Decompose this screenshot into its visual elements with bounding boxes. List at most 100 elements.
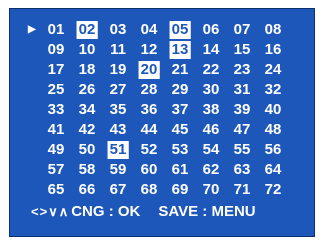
channel-cell[interactable]: ▶ 01 [28, 20, 68, 40]
channel-number: 65 [47, 181, 65, 198]
channel-cell[interactable]: 46 [192, 120, 223, 140]
channel-cell[interactable]: 65 [37, 180, 68, 200]
channel-cell[interactable]: 06 [192, 20, 223, 40]
channel-cell[interactable]: 40 [254, 100, 285, 120]
channel-number: 70 [202, 181, 220, 198]
up-arrow-icon: ∧ [58, 204, 69, 219]
channel-number: 54 [202, 141, 220, 158]
channel-number: 46 [202, 121, 220, 138]
channel-number: 09 [47, 41, 65, 58]
channel-number: 34 [78, 101, 96, 118]
channel-cell[interactable]: 56 [254, 140, 285, 160]
channel-cell[interactable]: 68 [130, 180, 161, 200]
channel-number: 26 [78, 81, 96, 98]
channel-number: 47 [233, 121, 251, 138]
channel-cell[interactable]: 55 [223, 140, 254, 160]
channel-number: 29 [171, 81, 189, 98]
channel-cell[interactable]: 54 [192, 140, 223, 160]
channel-cell[interactable]: 22 [192, 60, 223, 80]
channel-number: 41 [47, 121, 65, 138]
channel-cell[interactable]: 49 [37, 140, 68, 160]
channel-cell[interactable]: 15 [223, 40, 254, 60]
channel-cell[interactable]: 38 [192, 100, 223, 120]
channel-cell[interactable]: 25 [37, 80, 68, 100]
channel-cell[interactable]: 66 [68, 180, 99, 200]
channel-cell[interactable]: 44 [130, 120, 161, 140]
channel-cell[interactable]: 21 [161, 60, 192, 80]
channel-cell[interactable]: 02 [68, 20, 99, 40]
channel-cell[interactable]: 48 [254, 120, 285, 140]
channel-cell[interactable]: 43 [99, 120, 130, 140]
channel-cell[interactable]: 59 [99, 160, 130, 180]
channel-cell[interactable]: 47 [223, 120, 254, 140]
channel-cell[interactable]: 03 [99, 20, 130, 40]
channel-cell[interactable]: 23 [223, 60, 254, 80]
channel-cell[interactable]: 30 [192, 80, 223, 100]
channel-number: 55 [233, 141, 251, 158]
channel-cell[interactable]: 27 [99, 80, 130, 100]
channel-cell[interactable]: 70 [192, 180, 223, 200]
channel-cell[interactable]: 29 [161, 80, 192, 100]
channel-cell[interactable]: 57 [37, 160, 68, 180]
channel-cell[interactable]: 37 [161, 100, 192, 120]
channel-cell[interactable]: 63 [223, 160, 254, 180]
channel-cell[interactable]: 12 [130, 40, 161, 60]
channel-cell[interactable]: 72 [254, 180, 285, 200]
channel-cell[interactable]: 05 [161, 20, 192, 40]
left-arrow-icon: < [31, 204, 39, 219]
channel-cell[interactable]: 19 [99, 60, 130, 80]
channel-cell[interactable]: 71 [223, 180, 254, 200]
channel-cell[interactable]: 07 [223, 20, 254, 40]
cursor-arrow-icon: ▶ [28, 24, 36, 35]
channel-cell[interactable]: 26 [68, 80, 99, 100]
channel-cell[interactable]: 53 [161, 140, 192, 160]
channel-cell[interactable]: 42 [68, 120, 99, 140]
channel-number: 32 [264, 81, 282, 98]
channel-cell[interactable]: 11 [99, 40, 130, 60]
channel-number: 57 [47, 161, 65, 178]
channel-cell[interactable]: 67 [99, 180, 130, 200]
channel-cell[interactable]: 14 [192, 40, 223, 60]
channel-number: 12 [140, 41, 158, 58]
channel-number: 48 [264, 121, 282, 138]
channel-number-selected: 05 [169, 21, 191, 39]
channel-cell[interactable]: 51 [99, 140, 130, 160]
channel-cell[interactable]: 31 [223, 80, 254, 100]
channel-cell[interactable]: 17 [37, 60, 68, 80]
channel-cell[interactable]: 13 [161, 40, 192, 60]
channel-cell[interactable]: 04 [130, 20, 161, 40]
channel-cell[interactable]: 61 [161, 160, 192, 180]
channel-number: 04 [140, 21, 158, 38]
channel-cell[interactable]: 10 [68, 40, 99, 60]
channel-cell[interactable]: 62 [192, 160, 223, 180]
channel-cell[interactable]: 24 [254, 60, 285, 80]
channel-number: 15 [233, 41, 251, 58]
channel-cell[interactable]: 39 [223, 100, 254, 120]
channel-cell[interactable]: 36 [130, 100, 161, 120]
channel-cell[interactable]: 50 [68, 140, 99, 160]
channel-number: 60 [140, 161, 158, 178]
channel-cell[interactable]: 69 [161, 180, 192, 200]
channel-cell[interactable]: 32 [254, 80, 285, 100]
channel-number: 40 [264, 101, 282, 118]
channel-cell[interactable]: 28 [130, 80, 161, 100]
channel-number: 07 [233, 21, 251, 38]
channel-number: 43 [109, 121, 127, 138]
channel-cell[interactable]: 45 [161, 120, 192, 140]
channel-cell[interactable]: 08 [254, 20, 285, 40]
channel-cell[interactable]: 16 [254, 40, 285, 60]
footer-hints: < > ∨ ∧ CNG : OK SAVE : MENU [31, 202, 256, 222]
channel-cell[interactable]: 35 [99, 100, 130, 120]
channel-cell[interactable]: 58 [68, 160, 99, 180]
channel-cell[interactable]: 18 [68, 60, 99, 80]
channel-cell[interactable]: 34 [68, 100, 99, 120]
channel-number: 17 [47, 61, 65, 78]
channel-cell[interactable]: 60 [130, 160, 161, 180]
channel-cell[interactable]: 09 [37, 40, 68, 60]
channel-cell[interactable]: 41 [37, 120, 68, 140]
channel-cell[interactable]: 52 [130, 140, 161, 160]
channel-cell[interactable]: 64 [254, 160, 285, 180]
channel-cell[interactable]: 33 [37, 100, 68, 120]
channel-cell[interactable]: 20 [130, 60, 161, 80]
channel-number: 14 [202, 41, 220, 58]
